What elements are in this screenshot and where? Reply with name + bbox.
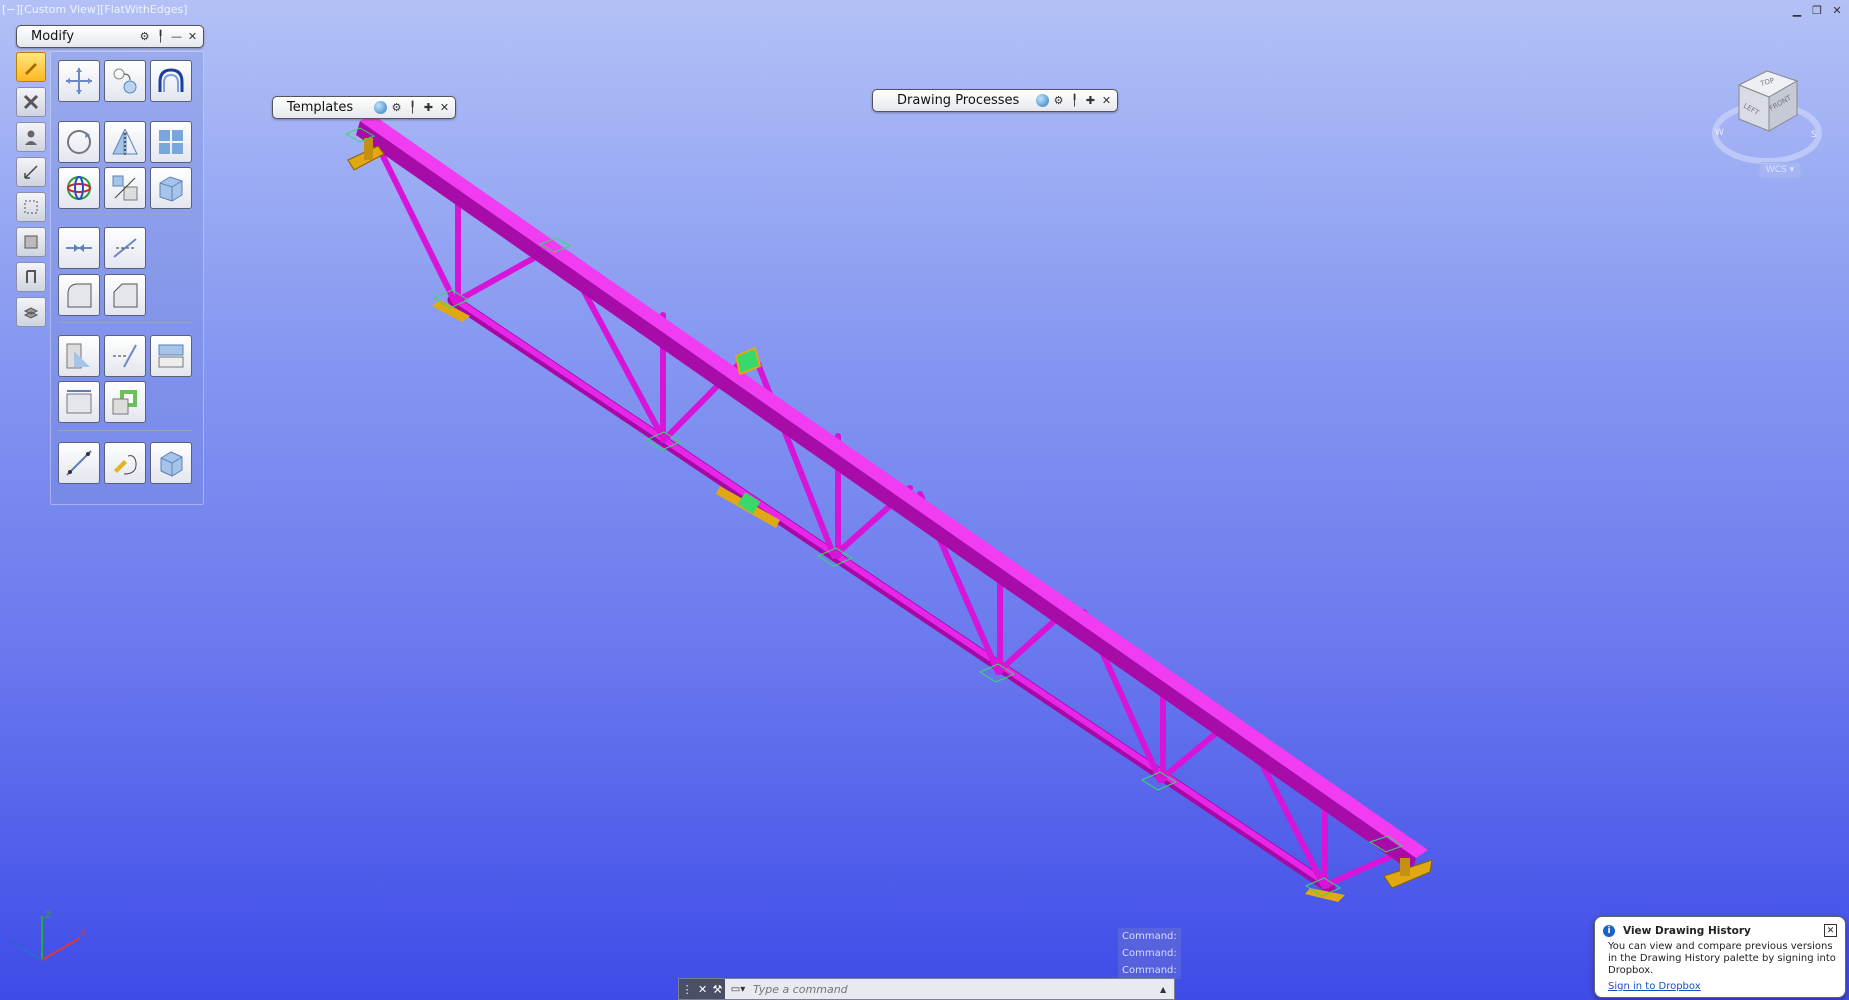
gear-icon[interactable]: ⚙ [1052, 94, 1065, 107]
pin-icon[interactable]: ╿ [1068, 94, 1081, 107]
scale-icon[interactable] [104, 167, 146, 209]
copy-icon[interactable] [104, 60, 146, 102]
ucs-icon: Z X Y [10, 911, 86, 961]
edit-spline-icon[interactable] [104, 442, 146, 484]
fillet-icon[interactable] [58, 274, 100, 316]
bottom-chord [447, 294, 1336, 894]
connection-plates [347, 138, 1433, 902]
drawing-processes-palette-title[interactable]: Drawing Processes ⚙ ╿ ✚ ✕ [872, 89, 1118, 112]
joint-markers [344, 127, 1404, 897]
move-palette-icon[interactable]: ✚ [1084, 94, 1097, 107]
command-line: ⋮ ✕ ⚒ ▭▾ ▲ [678, 978, 1175, 1000]
grip-icon[interactable]: ⋮ [682, 983, 693, 996]
join-icon[interactable] [104, 381, 146, 423]
drawing-history-notification: i View Drawing History ✕ You can view an… [1594, 916, 1846, 998]
command-prompt-icon[interactable]: ▭▾ [725, 984, 751, 995]
dimension-icon[interactable] [16, 157, 46, 187]
region-icon[interactable] [16, 227, 46, 257]
mirror-icon[interactable] [104, 121, 146, 163]
trim-icon[interactable] [104, 335, 146, 377]
chamfer-icon[interactable] [104, 274, 146, 316]
tools-icon[interactable] [16, 87, 46, 117]
modify-side-strip [14, 52, 48, 332]
command-history-line: Command: [1118, 962, 1181, 979]
solid-edit-icon[interactable] [150, 442, 192, 484]
truss-model[interactable] [0, 0, 1849, 1000]
info-icon: i [1603, 924, 1615, 937]
ucs-z-label: Z [45, 911, 51, 921]
array-icon[interactable] [150, 121, 192, 163]
extend-icon[interactable] [58, 335, 100, 377]
compass-s[interactable]: S [1811, 130, 1817, 140]
chevron-up-icon[interactable]: ▲ [1160, 985, 1174, 994]
move-icon[interactable] [58, 60, 100, 102]
ucs-y-label: Y [10, 935, 16, 945]
ucs-x-label: X [80, 929, 86, 939]
wrench-icon[interactable]: ⚒ [712, 983, 722, 996]
move-palette-icon[interactable]: ✚ [422, 101, 435, 114]
gear-icon[interactable]: ⚙ [138, 30, 151, 43]
polyline-edit-icon[interactable] [58, 442, 100, 484]
command-history-line: Command: [1118, 928, 1181, 945]
notification-body: You can view and compare previous versio… [1608, 941, 1836, 976]
lengthen-icon[interactable] [58, 381, 100, 423]
pencil-tool-icon[interactable] [16, 52, 46, 82]
command-history: Command: Command: Command: [1118, 928, 1181, 979]
offset-icon[interactable] [150, 60, 192, 102]
rotate-icon[interactable] [58, 121, 100, 163]
globe-icon[interactable] [374, 101, 387, 114]
command-line-controls: ⋮ ✕ ⚒ [679, 979, 725, 999]
templates-palette-title[interactable]: Templates ⚙ ╿ ✚ ✕ [272, 96, 456, 119]
close-icon[interactable]: ✕ [1824, 924, 1837, 937]
wcs-dropdown[interactable]: WCS ▾ [1759, 162, 1801, 178]
3d-rotate-icon[interactable] [58, 167, 100, 209]
pin-icon[interactable]: ╿ [406, 101, 419, 114]
drawing-processes-title: Drawing Processes [897, 93, 1020, 108]
selection-box-icon[interactable] [16, 192, 46, 222]
align-icon[interactable] [150, 335, 192, 377]
3d-array-icon[interactable] [150, 167, 192, 209]
modify-palette-title[interactable]: Modify ⚙ ╿ — ✕ [16, 25, 204, 48]
close-icon[interactable]: ✕ [186, 30, 199, 43]
sign-in-dropbox-link[interactable]: Sign in to Dropbox [1595, 977, 1845, 996]
bracket-icon[interactable] [16, 262, 46, 292]
pin-icon[interactable]: ╿ [154, 30, 167, 43]
notification-title: View Drawing History [1623, 924, 1751, 937]
minimize-icon[interactable]: — [170, 30, 183, 43]
close-icon[interactable]: ✕ [1100, 94, 1113, 107]
top-chord [356, 114, 1428, 872]
compass-w[interactable]: W [1715, 128, 1724, 138]
close-icon[interactable]: ✕ [698, 983, 707, 996]
close-icon[interactable]: ✕ [438, 101, 451, 114]
modify-title: Modify [31, 29, 75, 44]
command-input[interactable] [751, 981, 1160, 997]
gear-icon[interactable]: ⚙ [390, 101, 403, 114]
break-icon[interactable] [104, 227, 146, 269]
user-settings-icon[interactable] [16, 122, 46, 152]
layers-icon[interactable] [16, 297, 46, 327]
command-history-line: Command: [1118, 945, 1181, 962]
templates-title: Templates [287, 100, 354, 115]
stretch-icon[interactable] [58, 227, 100, 269]
globe-icon[interactable] [1036, 94, 1049, 107]
